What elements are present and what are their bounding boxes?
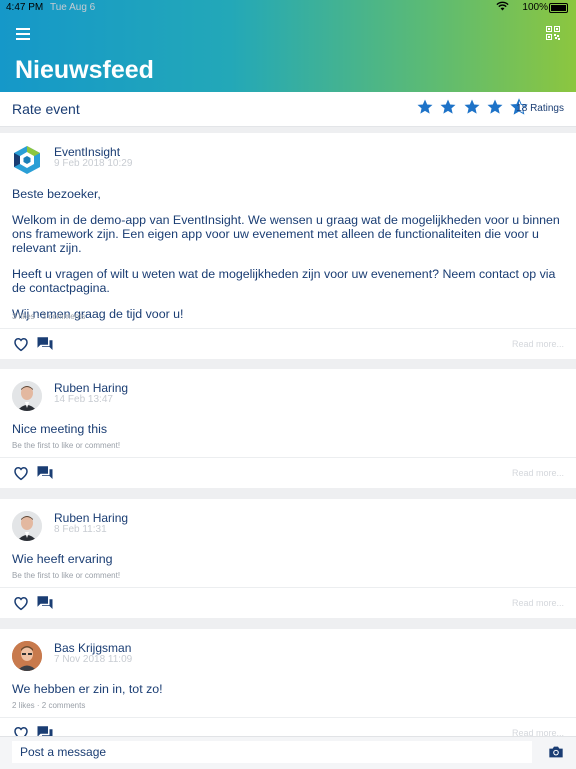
qr-code-icon[interactable] — [546, 26, 560, 40]
comment-icon[interactable] — [36, 335, 54, 353]
status-date: Tue Aug 6 — [50, 2, 96, 13]
post-actions: Read more... — [0, 717, 576, 737]
post-message-input[interactable] — [12, 741, 532, 763]
camera-icon[interactable] — [548, 744, 564, 760]
post-paragraph: Wie heeft ervaring — [12, 552, 113, 566]
avatar[interactable] — [12, 381, 42, 411]
rate-event-label: Rate event — [12, 101, 80, 117]
star-icon[interactable] — [416, 98, 434, 116]
heart-icon[interactable] — [12, 594, 30, 612]
status-time: 4:47 PM — [6, 2, 44, 13]
post-meta[interactable]: 2 likes · 2 comments — [12, 701, 85, 710]
post-meta[interactable]: Be the first to like or comment! — [12, 571, 120, 580]
post-date: 8 Feb 11:31 — [54, 524, 107, 535]
post-card: Ruben Haring 14 Feb 13:47 Nice meeting t… — [0, 369, 576, 488]
message-composer — [0, 736, 576, 769]
post-paragraph: Beste bezoeker, — [12, 187, 101, 201]
read-more-link[interactable]: Read more... — [512, 468, 564, 478]
post-card: EventInsight 9 Feb 2018 10:29 Beste bezo… — [0, 133, 576, 359]
post-paragraph: Wij nemen graag de tijd voor u! — [12, 307, 184, 321]
battery-percentage: 100% — [522, 2, 548, 13]
post-body: We hebben er zin in, tot zo! — [12, 682, 564, 708]
post-author[interactable]: Ruben Haring — [54, 381, 128, 395]
post-date: 9 Feb 2018 10:29 — [54, 158, 133, 169]
comment-icon[interactable] — [36, 594, 54, 612]
read-more-link[interactable]: Read more... — [512, 339, 564, 349]
star-icon[interactable] — [463, 98, 481, 116]
post-meta[interactable]: Be the first to like or comment! — [12, 441, 120, 450]
star-icon[interactable] — [486, 98, 504, 116]
post-actions: Read more... — [0, 587, 576, 619]
wifi-icon — [496, 1, 509, 14]
post-card: Bas Krijgsman 7 Nov 2018 11:09 We hebben… — [0, 629, 576, 737]
top-bar: 4:47 PM Tue Aug 6 100% Nieuwsfeed — [0, 0, 576, 92]
heart-icon[interactable] — [12, 464, 30, 482]
battery-icon — [549, 3, 568, 13]
post-author[interactable]: Bas Krijgsman — [54, 641, 131, 655]
post-paragraph: We hebben er zin in, tot zo! — [12, 682, 163, 696]
star-rating[interactable] — [416, 98, 529, 118]
post-actions: Read more... — [0, 328, 576, 360]
post-paragraph: Nice meeting this — [12, 422, 108, 436]
post-meta[interactable]: 3 likes · 3 comments — [12, 312, 85, 321]
post-date: 7 Nov 2018 11:09 — [54, 654, 133, 665]
star-icon[interactable] — [439, 98, 457, 116]
rate-event-bar[interactable]: Rate event 18 Ratings — [0, 92, 576, 127]
avatar[interactable] — [12, 511, 42, 541]
post-date: 14 Feb 13:47 — [54, 394, 113, 405]
post-paragraph: Welkom in de demo-app van EventInsight. … — [12, 213, 560, 255]
post-body: Beste bezoeker, Welkom in de demo-app va… — [12, 187, 564, 333]
heart-icon[interactable] — [12, 335, 30, 353]
post-author[interactable]: EventInsight — [54, 145, 120, 159]
read-more-link[interactable]: Read more... — [512, 598, 564, 608]
menu-icon[interactable] — [16, 28, 30, 40]
post-author[interactable]: Ruben Haring — [54, 511, 128, 525]
avatar[interactable] — [12, 641, 42, 671]
page-title: Nieuwsfeed — [15, 56, 154, 84]
ratings-count: 18 Ratings — [516, 103, 564, 114]
post-card: Ruben Haring 8 Feb 11:31 Wie heeft ervar… — [0, 499, 576, 618]
post-paragraph: Heeft u vragen of wilt u weten wat de mo… — [12, 267, 556, 295]
eventinsight-logo — [12, 145, 42, 175]
post-actions: Read more... — [0, 457, 576, 489]
comment-icon[interactable] — [36, 464, 54, 482]
status-bar: 4:47 PM Tue Aug 6 100% — [0, 0, 576, 16]
